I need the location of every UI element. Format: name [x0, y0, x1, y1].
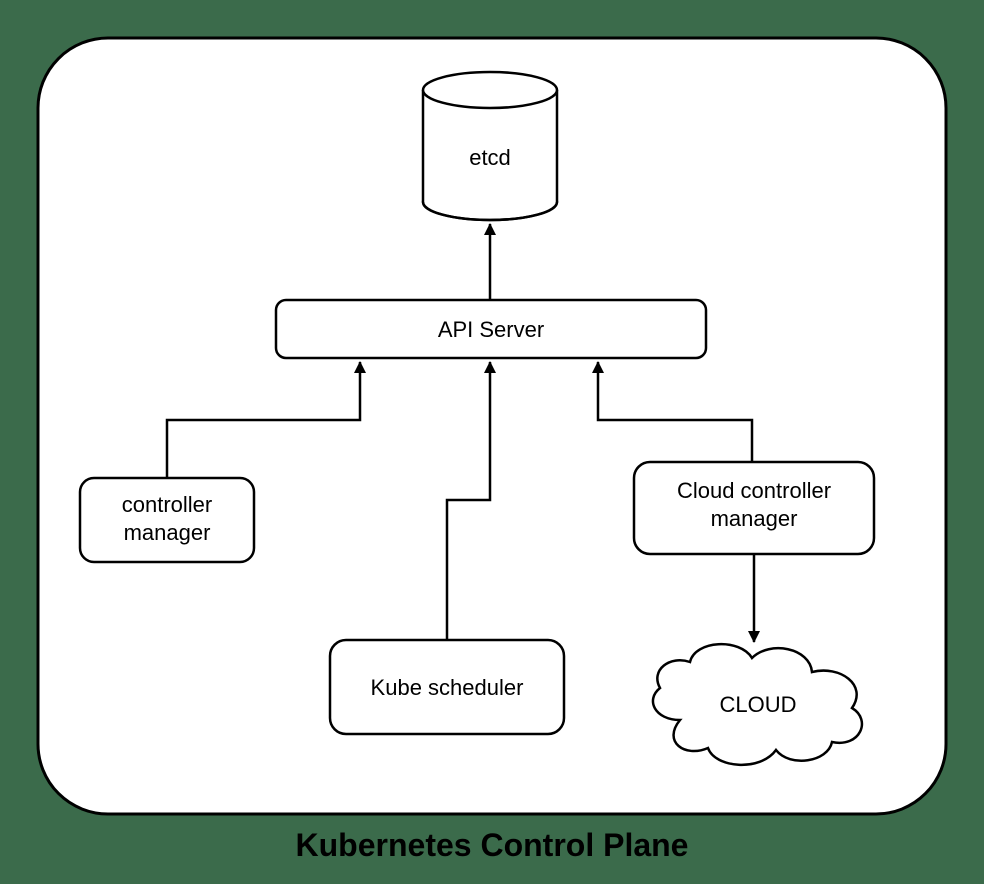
cloud-controller-manager-node: Cloud controller manager	[634, 462, 874, 554]
cloud-controller-manager-label-2: manager	[711, 506, 798, 531]
kube-scheduler-label: Kube scheduler	[371, 675, 524, 700]
diagram-title: Kubernetes Control Plane	[296, 827, 689, 863]
api-server-node: API Server	[276, 300, 706, 358]
kube-scheduler-node: Kube scheduler	[330, 640, 564, 734]
controller-manager-node: controller manager	[80, 478, 254, 562]
kubernetes-control-plane-diagram: etcd API Server controller manager Kube …	[0, 0, 984, 884]
cloud-controller-manager-label-1: Cloud controller	[677, 478, 831, 503]
controller-manager-label-1: controller	[122, 492, 212, 517]
etcd-label: etcd	[469, 145, 511, 170]
etcd-node: etcd	[423, 72, 557, 220]
api-server-label: API Server	[438, 317, 544, 342]
cloud-label: CLOUD	[719, 692, 796, 717]
controller-manager-label-2: manager	[124, 520, 211, 545]
diagram-svg: etcd API Server controller manager Kube …	[0, 0, 984, 884]
